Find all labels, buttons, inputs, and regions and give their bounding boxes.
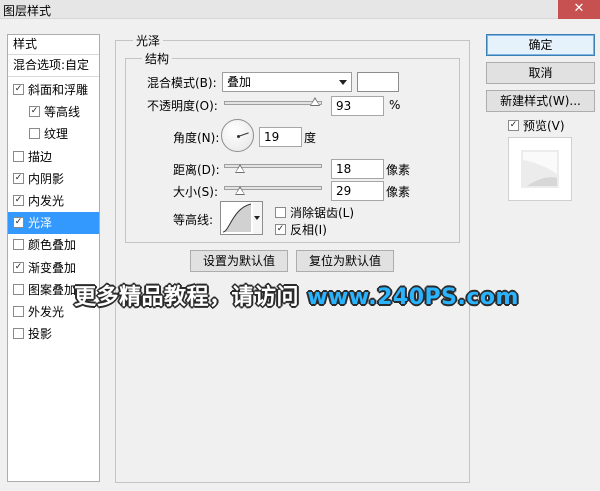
reset-default-button[interactable]: 复位为默认值 xyxy=(296,250,394,272)
style-item[interactable]: 内阴影 xyxy=(8,168,99,190)
angle-dial[interactable] xyxy=(221,119,254,152)
style-item[interactable]: 纹理 xyxy=(8,123,99,145)
contour-label: 等高线: xyxy=(173,213,214,227)
contour-picker[interactable] xyxy=(220,201,254,235)
style-item-label: 投影 xyxy=(28,327,53,342)
style-item-label: 内阴影 xyxy=(28,171,65,186)
style-item-checkbox[interactable] xyxy=(13,306,24,317)
style-item-checkbox[interactable] xyxy=(29,106,40,118)
size-unit: 像素 xyxy=(386,185,411,199)
style-item-label: 纹理 xyxy=(44,127,69,142)
watermark-url: www.240PS.com xyxy=(307,285,519,310)
style-item[interactable]: 渐变叠加 xyxy=(8,257,99,279)
style-item[interactable]: 等高线 xyxy=(8,101,99,123)
blend-mode-value: 叠加 xyxy=(227,75,252,89)
style-item-checkbox[interactable] xyxy=(13,150,24,162)
preview-checkbox[interactable] xyxy=(508,120,519,131)
window-title: 图层样式 xyxy=(3,4,52,18)
invert-option[interactable]: 反相(I) xyxy=(275,221,327,238)
style-item-checkbox[interactable] xyxy=(13,195,24,206)
style-item-checkbox[interactable] xyxy=(13,172,24,184)
angle-center-dot xyxy=(237,135,240,138)
style-item-label: 等高线 xyxy=(44,105,81,120)
close-button[interactable]: ✕ xyxy=(558,0,600,19)
opacity-slider-thumb[interactable] xyxy=(310,97,321,106)
angle-label: 角度(N): xyxy=(173,131,220,145)
angle-unit: 度 xyxy=(304,131,317,145)
style-item-label: 渐变叠加 xyxy=(28,260,77,275)
distance-input[interactable]: 18 xyxy=(331,159,384,179)
style-item[interactable]: 描边 xyxy=(8,146,99,168)
opacity-value: 93 xyxy=(336,99,352,113)
anti-alias-checkbox[interactable] xyxy=(275,207,286,218)
size-value: 29 xyxy=(336,184,352,198)
blend-mode-label: 混合模式(B): xyxy=(147,76,217,90)
style-item[interactable]: 斜面和浮雕 xyxy=(8,79,99,101)
distance-value: 18 xyxy=(336,162,352,176)
contour-curve-icon xyxy=(222,203,252,233)
style-item-label: 内发光 xyxy=(28,194,65,208)
contour-dropdown[interactable] xyxy=(253,201,263,235)
structure-group-title: 结构 xyxy=(142,50,173,67)
style-item[interactable]: 投影 xyxy=(8,323,99,345)
opacity-label: 不透明度(O): xyxy=(147,99,218,113)
style-item-label: 外发光 xyxy=(28,305,65,319)
styles-header[interactable]: 样式 xyxy=(8,35,99,55)
watermark: 更多精品教程，请访问 www.240PS.com xyxy=(74,279,519,311)
style-item-label: 颜色叠加 xyxy=(28,238,77,253)
size-slider-thumb[interactable] xyxy=(235,186,245,195)
size-label: 大小(S): xyxy=(173,185,219,199)
new-style-button[interactable]: 新建样式(W)... xyxy=(486,90,595,112)
style-item-label: 描边 xyxy=(28,149,53,164)
style-item-label: 光泽 xyxy=(28,216,53,231)
style-item-checkbox[interactable] xyxy=(13,84,24,95)
title-bar: 图层样式 ✕ xyxy=(0,0,600,19)
invert-checkbox[interactable] xyxy=(275,224,286,235)
anti-alias-option[interactable]: 消除锯齿(L) xyxy=(275,204,354,221)
angle-value: 19 xyxy=(264,130,280,144)
size-input[interactable]: 29 xyxy=(331,181,384,201)
make-default-button[interactable]: 设置为默认值 xyxy=(190,250,288,272)
style-item-label: 斜面和浮雕 xyxy=(28,83,89,97)
preview-swatch-icon xyxy=(521,150,559,188)
preview-option[interactable]: 预览(V) xyxy=(508,117,565,134)
opacity-slider-track[interactable] xyxy=(224,101,322,105)
anti-alias-label: 消除锯齿(L) xyxy=(290,206,355,220)
style-item-checkbox[interactable] xyxy=(13,283,24,295)
distance-slider-thumb[interactable] xyxy=(235,164,245,173)
ok-button[interactable]: 确定 xyxy=(486,34,595,56)
close-icon: ✕ xyxy=(573,1,585,16)
satin-group-title: 光泽 xyxy=(133,32,164,49)
style-item[interactable]: 光泽 xyxy=(8,212,99,235)
invert-label: 反相(I) xyxy=(290,223,327,237)
distance-label: 距离(D): xyxy=(173,163,220,177)
style-item-checkbox[interactable] xyxy=(29,128,40,140)
styles-list: 样式 混合选项:自定 斜面和浮雕等高线纹理描边内阴影内发光光泽颜色叠加渐变叠加图… xyxy=(7,34,100,482)
opacity-unit: % xyxy=(389,98,401,112)
cancel-button[interactable]: 取消 xyxy=(486,62,595,84)
style-item[interactable]: 颜色叠加 xyxy=(8,234,99,256)
style-item-checkbox[interactable] xyxy=(13,261,24,273)
blend-mode-select[interactable]: 叠加 xyxy=(222,72,352,92)
style-preview-thumbnail xyxy=(508,137,572,201)
distance-unit: 像素 xyxy=(386,163,411,177)
style-item-checkbox[interactable] xyxy=(13,328,24,340)
style-item-checkbox[interactable] xyxy=(13,217,24,229)
angle-input[interactable]: 19 xyxy=(259,127,302,147)
blend-color-swatch[interactable] xyxy=(357,72,399,92)
style-item-checkbox[interactable] xyxy=(13,239,24,251)
chevron-down-icon xyxy=(339,80,347,85)
style-item[interactable]: 内发光 xyxy=(8,190,99,212)
blending-options-item[interactable]: 混合选项:自定 xyxy=(8,55,99,77)
style-item-label: 图案叠加 xyxy=(28,282,77,297)
preview-label: 预览(V) xyxy=(523,119,565,133)
watermark-text: 更多精品教程，请访问 xyxy=(74,285,300,310)
opacity-input[interactable]: 93 xyxy=(331,96,384,116)
